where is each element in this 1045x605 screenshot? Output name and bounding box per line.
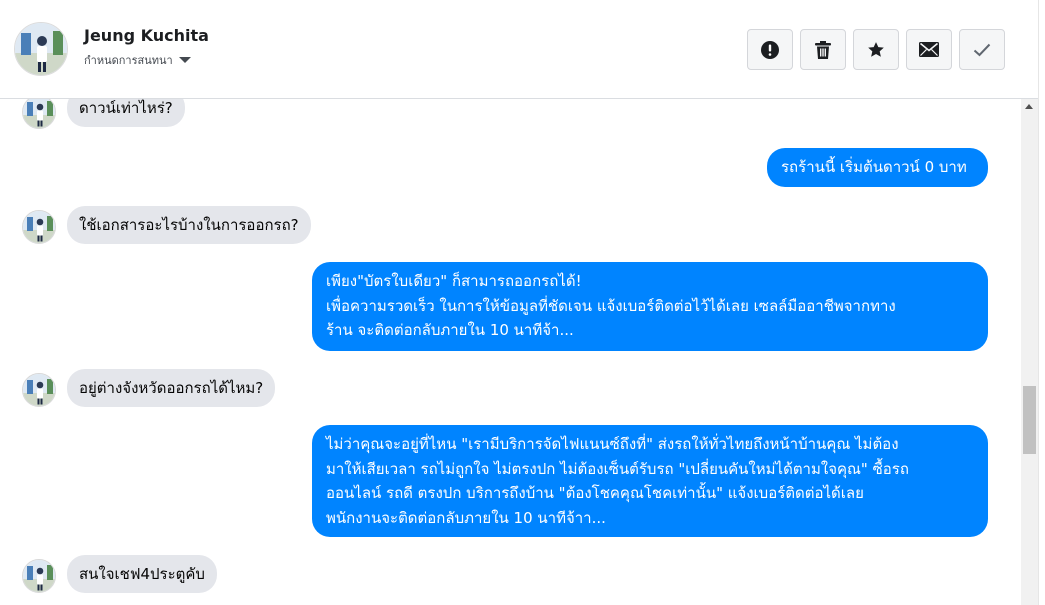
avatar-photo-icon (23, 211, 55, 243)
caret-down-icon (178, 57, 191, 63)
outgoing-message[interactable]: เพียง"บัตรใบเดียว" ก็สามารถออกรถได้! เพื… (312, 262, 988, 351)
avatar-photo-icon (23, 99, 55, 128)
delete-button[interactable] (800, 29, 846, 70)
outgoing-message[interactable]: ไม่ว่าคุณจะอยู่ที่ไหน "เรามีบริการจัดไฟแ… (312, 425, 988, 537)
contact-avatar-small (22, 210, 56, 244)
star-button[interactable] (853, 29, 899, 70)
check-icon (973, 43, 991, 56)
message-list[interactable]: ดาวน์เท่าไหร่? รถร้านนี้ เริ่มต้นดาวน์ 0… (0, 99, 1021, 605)
avatar-photo-icon (23, 560, 55, 592)
contact-avatar[interactable] (14, 22, 68, 76)
contact-avatar-small (22, 559, 56, 593)
avatar-photo-icon (23, 374, 55, 406)
mail-icon (919, 42, 939, 57)
star-icon (868, 41, 884, 57)
outgoing-message[interactable]: รถร้านนี้ เริ่มต้นดาวน์ 0 บาท (767, 148, 988, 187)
contact-name[interactable]: Jeung Kuchita (84, 26, 209, 45)
scrollbar-thumb[interactable] (1023, 386, 1036, 454)
contact-avatar-small (22, 99, 56, 129)
trash-icon (815, 40, 831, 59)
header-actions (747, 29, 1005, 70)
conversation-settings-dropdown[interactable]: กำหนดการสนทนา (84, 51, 191, 69)
alert-icon (761, 40, 779, 59)
contact-avatar-small (22, 373, 56, 407)
incoming-message[interactable]: ใช้เอกสารอะไรบ้างในการออกรถ? (67, 206, 311, 244)
incoming-message[interactable]: ดาวน์เท่าไหร่? (67, 99, 185, 127)
incoming-message[interactable]: สนใจเชฟ4ประตูคับ (67, 555, 217, 593)
chat-scrollbar[interactable] (1021, 99, 1038, 605)
scroll-up-arrow-icon[interactable] (1025, 104, 1033, 109)
mark-done-button[interactable] (959, 29, 1005, 70)
conversation-header: Jeung Kuchita กำหนดการสนทนา (0, 0, 1045, 99)
incoming-message[interactable]: อยู่ต่างจังหวัดออกรถได้ไหม? (67, 369, 276, 407)
conversation-settings-label: กำหนดการสนทนา (84, 54, 173, 67)
window-edge (1038, 0, 1045, 605)
report-button[interactable] (747, 29, 793, 70)
avatar-photo-icon (15, 23, 67, 75)
mark-unread-button[interactable] (906, 29, 952, 70)
